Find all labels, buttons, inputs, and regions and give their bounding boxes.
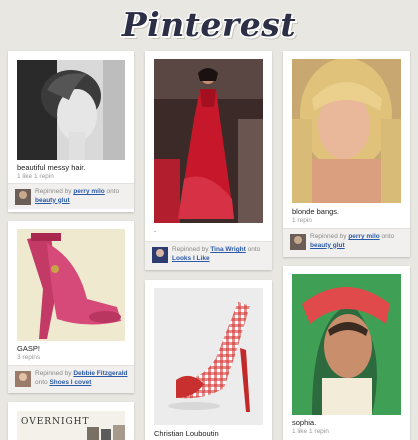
user-link[interactable]: perry milo: [73, 188, 104, 195]
attribution-text: Repinned by perry milo onto beauty glut: [310, 233, 406, 250]
pin-image[interactable]: [154, 288, 263, 425]
pin-card[interactable]: . Repinned by Tina Wright onto Looks I L…: [145, 51, 272, 270]
pin-card[interactable]: GASP! 3 repins Repinned by Debbie Fitzge…: [8, 221, 134, 393]
board-link[interactable]: Looks I Like: [172, 255, 210, 262]
board-link[interactable]: beauty glut: [35, 197, 70, 204]
pin-card[interactable]: beautiful messy hair. 1 like 1 repin Rep…: [8, 51, 134, 212]
attribution-text: Repinned by perry milo onto beauty glut: [35, 188, 130, 205]
pin-image[interactable]: [154, 59, 263, 223]
onto-label: onto: [245, 246, 261, 253]
user-link[interactable]: Tina Wright: [210, 246, 246, 253]
pin-stats: 3 repins: [17, 354, 41, 361]
pin-attribution: Repinned by Debbie Fitzgerald onto Shoes…: [8, 365, 134, 393]
pin-card[interactable]: blonde bangs. 1 repin Repinned by perry …: [283, 51, 410, 257]
pin-image[interactable]: [17, 229, 125, 341]
repinned-by-label: Repinned by: [310, 233, 349, 240]
pin-image[interactable]: [17, 60, 125, 160]
pin-image[interactable]: [292, 59, 401, 203]
avatar[interactable]: [290, 234, 306, 250]
user-link[interactable]: Debbie Fitzgerald: [73, 370, 127, 377]
pin-image[interactable]: OVERNIGHT: [17, 411, 125, 440]
pin-attribution: Repinned by perry milo onto beauty glut: [283, 228, 410, 257]
user-link[interactable]: perry milo: [348, 233, 379, 240]
logo-text: Pinterest: [121, 4, 297, 44]
pin-description: .: [154, 225, 157, 234]
avatar[interactable]: [15, 371, 31, 387]
pin-image[interactable]: [292, 274, 401, 415]
onto-label: onto: [104, 188, 120, 195]
avatar[interactable]: [15, 189, 31, 205]
pin-stats: 1 like 1 repin: [292, 428, 329, 435]
pin-stats: 1 like 1 repin: [17, 173, 54, 180]
board-link[interactable]: Shoes I covet: [49, 379, 91, 386]
attribution-text: Repinned by Tina Wright onto Looks I Lik…: [172, 246, 268, 263]
pin-card[interactable]: sophia. 1 like 1 repin: [283, 266, 410, 440]
pin-description: blonde bangs.: [292, 207, 340, 216]
pin-attribution: Repinned by Tina Wright onto Looks I Lik…: [145, 241, 272, 270]
pin-description: beautiful messy hair.: [17, 163, 86, 172]
pin-description: GASP!: [17, 344, 40, 353]
pinterest-logo[interactable]: Pinterest: [0, 0, 418, 48]
repinned-by-label: Repinned by: [172, 246, 211, 253]
attribution-text: Repinned by Debbie Fitzgerald onto Shoes…: [35, 370, 130, 387]
avatar[interactable]: [152, 247, 168, 263]
pin-attribution: Repinned by perry milo onto beauty glut: [8, 183, 134, 209]
board-link[interactable]: beauty glut: [310, 242, 345, 249]
pin-card[interactable]: OVERNIGHT: [8, 402, 134, 440]
onto-label: onto: [379, 233, 395, 240]
pin-description: sophia.: [292, 418, 317, 427]
repinned-by-label: Repinned by: [35, 188, 74, 195]
pin-stats: 1 repin: [292, 217, 312, 224]
image-caption: OVERNIGHT: [21, 417, 90, 427]
repinned-by-label: Repinned by: [35, 370, 74, 377]
onto-label: onto: [35, 378, 50, 386]
pin-card[interactable]: Christian Louboutin: [145, 280, 272, 440]
pin-description: Christian Louboutin: [154, 429, 219, 438]
